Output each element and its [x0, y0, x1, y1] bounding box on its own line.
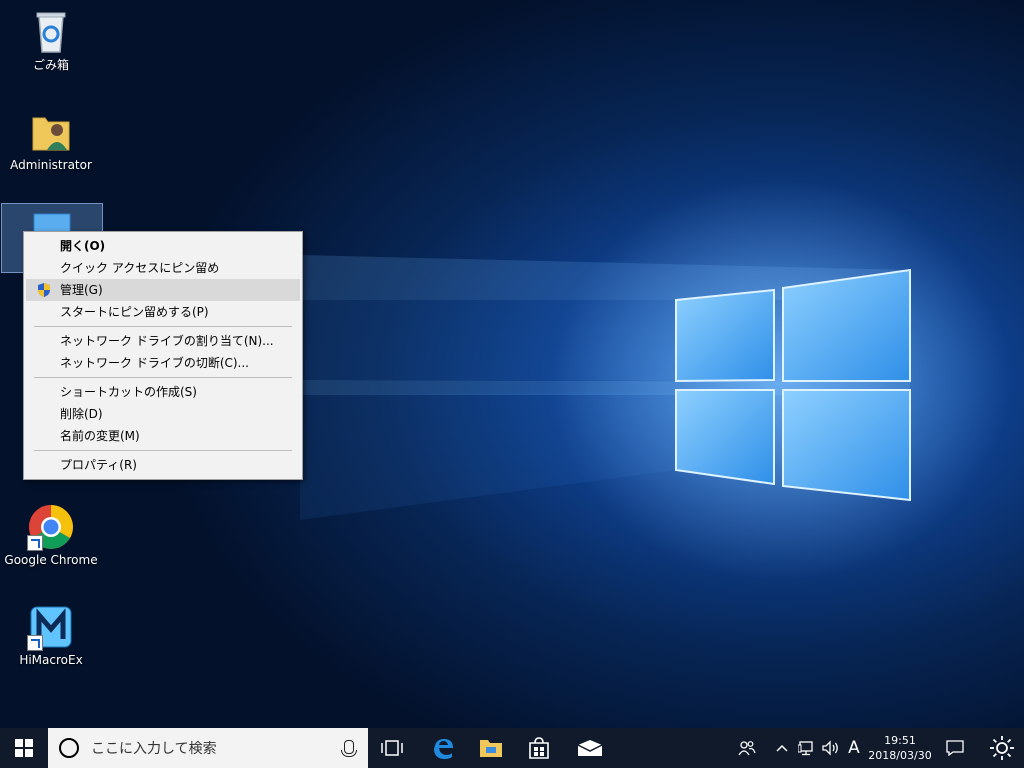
shortcut-arrow-icon: [27, 635, 43, 651]
menu-item-delete[interactable]: 削除(D): [26, 403, 300, 425]
menu-item-label: 名前の変更(M): [60, 429, 140, 443]
desktop-icon-label: Administrator: [10, 158, 92, 172]
desktop-icon-label: Google Chrome: [4, 553, 98, 567]
uac-shield-icon: [38, 283, 50, 297]
clock-date: 2018/03/30: [868, 749, 932, 762]
menu-item-label: スタートにピン留めする(P): [60, 305, 209, 319]
clock-time: 19:51: [884, 734, 916, 747]
himacroex-icon: [27, 603, 75, 651]
task-view-icon: [381, 740, 403, 756]
start-button[interactable]: [0, 728, 48, 768]
task-view-button[interactable]: [370, 728, 414, 768]
volume-button[interactable]: [820, 728, 842, 768]
menu-item-rename[interactable]: 名前の変更(M): [26, 425, 300, 447]
speaker-icon: [822, 740, 838, 756]
clock[interactable]: 19:51 2018/03/30: [866, 728, 934, 768]
windows-logo: [675, 268, 911, 502]
menu-item-pin-start[interactable]: スタートにピン留めする(P): [26, 301, 300, 323]
menu-item-manage[interactable]: 管理(G): [26, 279, 300, 301]
store-taskbar-button[interactable]: [516, 728, 562, 768]
menu-separator: [34, 377, 292, 378]
menu-separator: [34, 450, 292, 451]
menu-item-pin-quick-access[interactable]: クイック アクセスにピン留め: [26, 257, 300, 279]
desktop-icon-administrator[interactable]: Administrator: [1, 108, 101, 172]
menu-item-label: クイック アクセスにピン留め: [60, 261, 220, 275]
menu-item-label: 開く(O): [60, 239, 106, 253]
edge-icon: [434, 739, 453, 759]
chevron-up-icon: [776, 744, 788, 752]
desktop-icon-label: ごみ箱: [32, 58, 69, 72]
menu-item-disconnect-network-drive[interactable]: ネットワーク ドライブの切断(C)...: [26, 352, 300, 374]
sun-icon: [990, 736, 1014, 760]
menu-item-label: 管理(G): [60, 283, 103, 297]
search-box[interactable]: ここに入力して検索: [48, 728, 368, 768]
desktop-icon-label: HiMacroEx: [19, 653, 83, 667]
menu-item-label: ネットワーク ドライブの切断(C)...: [60, 356, 250, 370]
search-placeholder: ここに入力して検索: [91, 741, 217, 757]
desktop-icon-himacroex[interactable]: HiMacroEx: [1, 603, 101, 667]
menu-item-label: ショートカットの作成(S): [60, 385, 197, 399]
taskbar: ここに入力して検索 A 19:51 2018/03/30: [0, 728, 1024, 768]
menu-item-properties[interactable]: プロパティ(R): [26, 454, 300, 476]
microphone-icon[interactable]: [341, 740, 357, 757]
desktop-icon-google-chrome[interactable]: Google Chrome: [1, 503, 101, 567]
ime-indicator[interactable]: A: [844, 728, 864, 768]
recycle-bin-icon: [27, 8, 75, 56]
user-folder-icon: [27, 108, 75, 156]
action-center-button[interactable]: [938, 728, 972, 768]
menu-item-label: プロパティ(R): [60, 458, 137, 472]
brightness-button[interactable]: [982, 728, 1022, 768]
network-button[interactable]: [795, 728, 819, 768]
shortcut-arrow-icon: [27, 535, 43, 551]
ime-mode-text: A: [848, 738, 860, 758]
people-button[interactable]: [733, 728, 761, 768]
desktop-icon-recycle-bin[interactable]: ごみ箱: [1, 8, 101, 72]
windows-start-icon: [15, 739, 33, 757]
menu-item-map-network-drive[interactable]: ネットワーク ドライブの割り当て(N)...: [26, 330, 300, 352]
folder-icon: [480, 740, 502, 757]
menu-item-create-shortcut[interactable]: ショートカットの作成(S): [26, 381, 300, 403]
notification-icon: [946, 740, 964, 756]
store-bag-icon: [529, 737, 549, 759]
file-explorer-taskbar-button[interactable]: [468, 728, 514, 768]
context-menu: 開く(O) クイック アクセスにピン留め 管理(G) スタートにピン留めする(P…: [23, 231, 303, 480]
cortana-icon: [59, 738, 79, 758]
menu-item-label: 削除(D): [60, 407, 103, 421]
network-icon: [798, 741, 813, 756]
mail-icon: [577, 740, 603, 756]
menu-item-label: ネットワーク ドライブの割り当て(N)...: [60, 334, 274, 348]
show-hidden-icons-button[interactable]: [772, 728, 792, 768]
people-icon: [738, 741, 756, 756]
menu-item-open[interactable]: 開く(O): [26, 235, 300, 257]
mail-taskbar-button[interactable]: [566, 728, 614, 768]
chrome-icon: [27, 503, 75, 551]
edge-taskbar-button[interactable]: [420, 728, 466, 768]
menu-separator: [34, 326, 292, 327]
